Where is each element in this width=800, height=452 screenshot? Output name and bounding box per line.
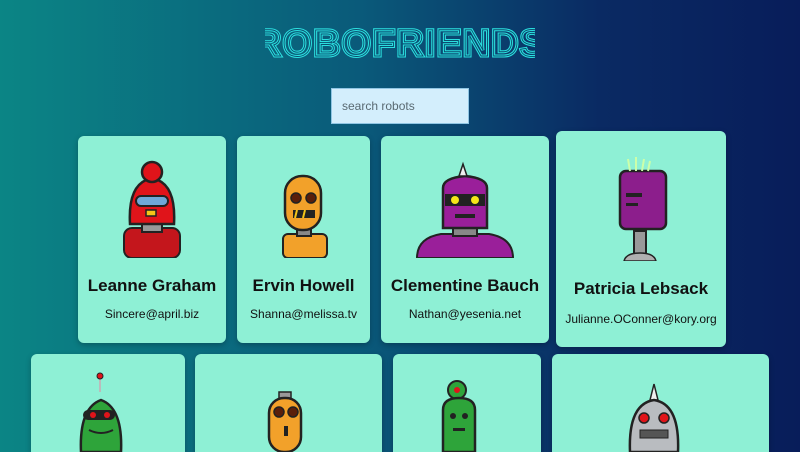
page-title: ROBOFRIENDS ROBOFRIENDS	[0, 18, 800, 71]
robot-email: Julianne.OConner@kory.org	[565, 312, 717, 326]
robot-avatar-icon	[267, 391, 303, 452]
robot-card[interactable]	[552, 354, 769, 452]
robot-email: Shanna@melissa.tv	[250, 307, 357, 321]
robot-name: Patricia Lebsack	[573, 279, 709, 298]
robot-avatar-icon	[415, 161, 515, 258]
robot-avatar-icon	[441, 380, 477, 452]
robot-name: Leanne Graham	[87, 276, 217, 295]
robot-avatar-icon	[628, 383, 680, 452]
robot-card[interactable]	[393, 354, 541, 452]
svg-text:ROBOFRIENDS: ROBOFRIENDS	[265, 23, 535, 65]
robot-name: Clementine Bauch	[390, 276, 540, 295]
robot-avatar-icon	[282, 174, 328, 258]
search-input[interactable]	[331, 88, 469, 124]
robot-card[interactable]	[31, 354, 185, 452]
robot-card[interactable]: Patricia Lebsack Julianne.OConner@kory.o…	[556, 131, 726, 347]
robot-avatar-icon	[123, 160, 181, 258]
robot-card[interactable]: Leanne Graham Sincere@april.biz	[78, 136, 226, 343]
robot-avatar-icon	[79, 372, 123, 452]
robot-card[interactable]: Ervin Howell Shanna@melissa.tv	[237, 136, 370, 343]
robot-email: Nathan@yesenia.net	[408, 307, 522, 321]
robot-name: Ervin Howell	[252, 276, 355, 295]
robot-card[interactable]	[195, 354, 382, 452]
robofriends-logo: ROBOFRIENDS ROBOFRIENDS	[265, 22, 535, 67]
robot-avatar-icon	[618, 157, 668, 261]
robot-email: Sincere@april.biz	[104, 307, 200, 321]
robot-card[interactable]: Clementine Bauch Nathan@yesenia.net	[381, 136, 549, 343]
